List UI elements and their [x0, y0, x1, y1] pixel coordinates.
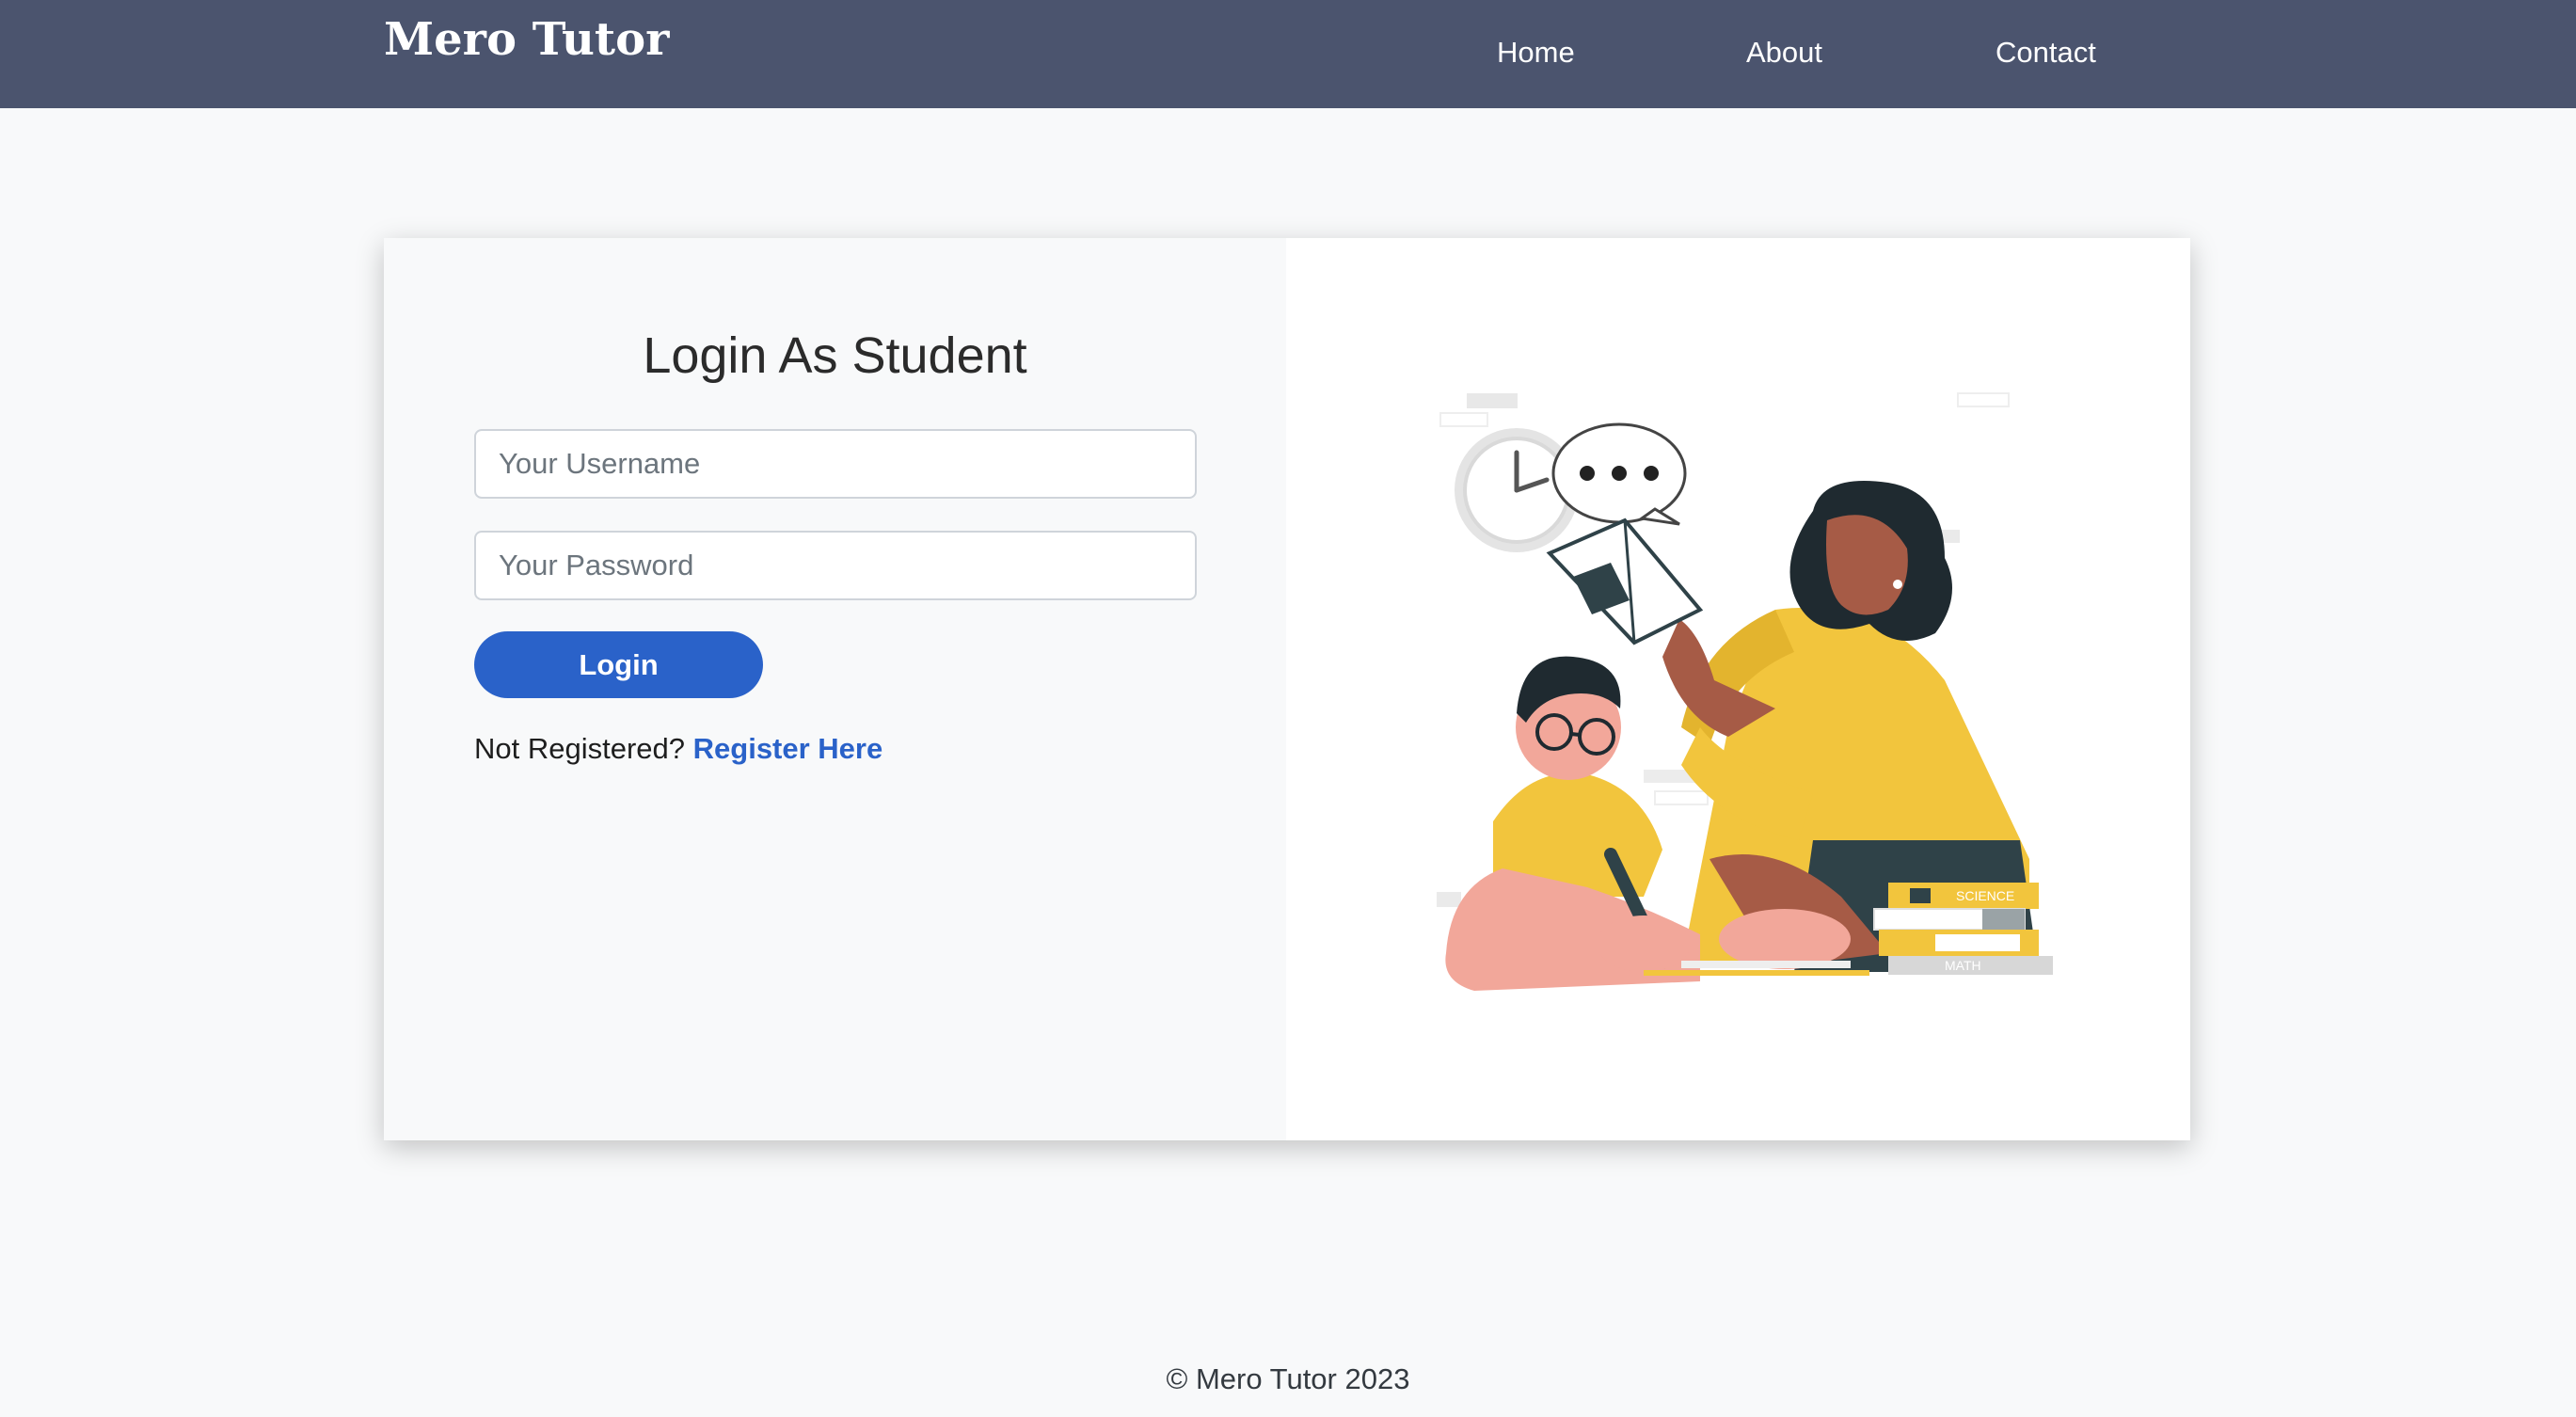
teacher-student-illustration: SCIENCE MATH — [1437, 392, 2053, 991]
footer-copyright: © Mero Tutor 2023 — [1166, 1362, 1410, 1395]
register-prompt: Not Registered? Register Here — [474, 732, 883, 766]
illustration-panel: SCIENCE MATH — [1286, 238, 2190, 1140]
nav-contact-link[interactable]: Contact — [1996, 36, 2096, 70]
username-input[interactable] — [474, 429, 1197, 499]
login-title: Login As Student — [643, 327, 1027, 384]
not-registered-text: Not Registered? — [474, 732, 686, 765]
student-figure — [1445, 656, 1700, 991]
brand-logo[interactable]: Mero Tutor — [384, 13, 669, 66]
login-button[interactable]: Login — [474, 631, 763, 698]
password-input[interactable] — [474, 531, 1197, 600]
register-link[interactable]: Register Here — [693, 732, 883, 765]
speech-bubble-icon — [1551, 422, 1687, 526]
login-form-panel: Login As Student Login Not Registered? R… — [384, 238, 1286, 1140]
top-navbar: Mero Tutor Home About Contact — [0, 0, 2576, 108]
svg-text:MATH: MATH — [1945, 958, 1981, 973]
svg-text:SCIENCE: SCIENCE — [1956, 888, 2014, 903]
nav-about-link[interactable]: About — [1746, 36, 1822, 70]
login-card: Login As Student Login Not Registered? R… — [384, 238, 2190, 1140]
nav-home-link[interactable]: Home — [1497, 36, 1575, 70]
